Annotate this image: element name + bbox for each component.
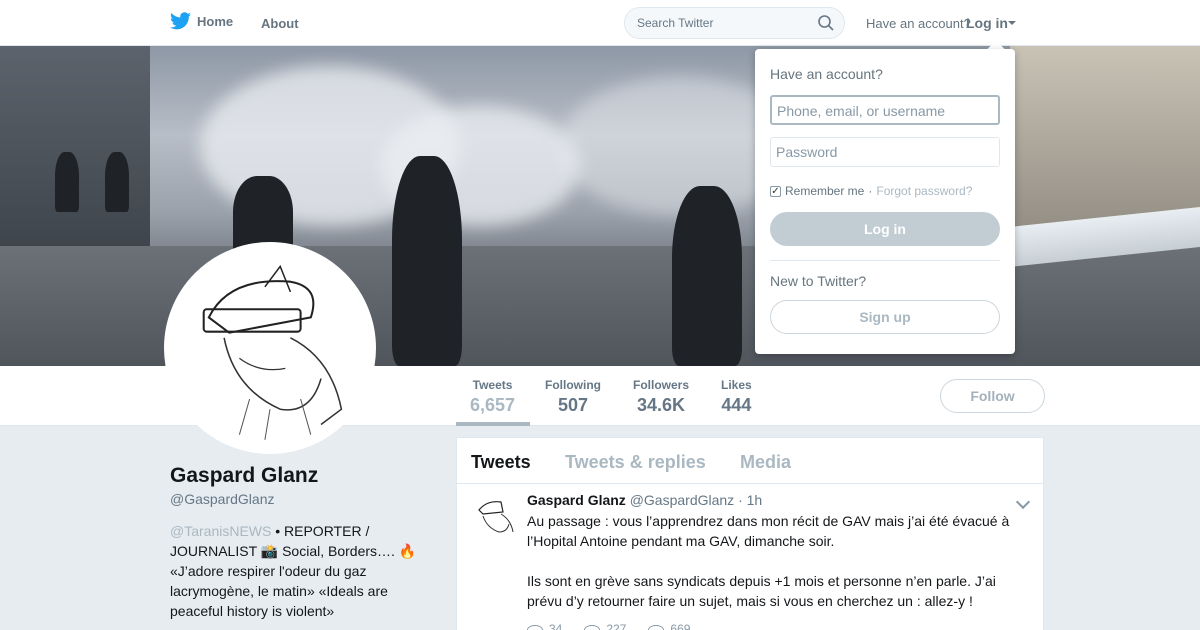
search-input[interactable]: Search Twitter bbox=[624, 7, 845, 39]
stat-value: 6,657 bbox=[470, 395, 516, 415]
banner-building-left bbox=[0, 46, 150, 246]
tweet-actions: 34 227 669 bbox=[527, 622, 690, 630]
tweet-author-name[interactable]: Gaspard Glanz bbox=[527, 492, 626, 508]
stat-tweets[interactable]: Tweets 6,657 bbox=[470, 378, 515, 416]
forgot-password-link[interactable]: Forgot password? bbox=[876, 184, 972, 198]
remember-me-label[interactable]: Remember me bbox=[785, 184, 864, 198]
username-placeholder: Phone, email, or username bbox=[777, 103, 946, 119]
active-tab-indicator bbox=[456, 422, 530, 426]
new-to-twitter-text: New to Twitter? bbox=[770, 273, 867, 289]
banner-person bbox=[392, 156, 462, 366]
retweet-button[interactable]: 227 bbox=[584, 622, 626, 630]
tweet-avatar-sketch bbox=[478, 501, 514, 533]
twitter-bird-icon bbox=[170, 12, 191, 30]
remember-me-checkbox[interactable]: ✓ bbox=[770, 185, 781, 197]
tab-media[interactable]: Media bbox=[740, 452, 791, 473]
tweet-time[interactable]: · 1h bbox=[738, 492, 762, 508]
login-link[interactable]: Log in bbox=[966, 15, 1008, 31]
tab-tweets-replies[interactable]: Tweets & replies bbox=[565, 452, 706, 473]
chevron-down-icon[interactable] bbox=[1015, 494, 1031, 510]
reply-button[interactable]: 34 bbox=[527, 622, 562, 630]
password-field[interactable]: Password bbox=[770, 137, 1000, 167]
stat-likes[interactable]: Likes 444 bbox=[721, 378, 752, 416]
stat-followers[interactable]: Followers 34.6K bbox=[633, 378, 689, 416]
timeline-tabs: Tweets Tweets & replies Media bbox=[457, 438, 1043, 484]
stat-value: 34.6K bbox=[636, 395, 686, 415]
banner-person bbox=[55, 152, 79, 212]
stat-label: Tweets bbox=[472, 378, 513, 392]
home-label: Home bbox=[197, 13, 234, 29]
tweet-avatar[interactable] bbox=[471, 494, 519, 542]
remember-me-row: ✓ Remember me · Forgot password? bbox=[770, 184, 972, 198]
like-count: 669 bbox=[670, 622, 691, 630]
home-link[interactable]: Home bbox=[170, 12, 233, 30]
stat-following[interactable]: Following 507 bbox=[545, 378, 601, 416]
timeline: Tweets Tweets & replies Media Gaspard Gl… bbox=[456, 437, 1044, 630]
tweet-header: Gaspard Glanz @GaspardGlanz · 1h bbox=[527, 492, 762, 508]
retweet-count: 227 bbox=[606, 622, 627, 630]
search-icon[interactable] bbox=[818, 15, 834, 31]
banner-person bbox=[672, 186, 742, 366]
reply-count: 34 bbox=[549, 622, 563, 630]
signup-button[interactable]: Sign up bbox=[770, 300, 1000, 334]
stat-label: Following bbox=[545, 378, 601, 392]
profile-avatar[interactable] bbox=[164, 242, 376, 454]
stat-label: Followers bbox=[633, 378, 690, 392]
search-placeholder: Search Twitter bbox=[637, 16, 714, 30]
login-dropdown: Have an account? Phone, email, or userna… bbox=[755, 49, 1015, 354]
top-nav: Home About Search Twitter Have an accoun… bbox=[0, 0, 1200, 46]
about-link[interactable]: About bbox=[261, 16, 299, 31]
bio-mention-link[interactable]: @TaranisNEWS bbox=[170, 523, 271, 539]
login-button[interactable]: Log in bbox=[770, 212, 1000, 246]
username-field[interactable]: Phone, email, or username bbox=[770, 95, 1000, 125]
follow-button[interactable]: Follow bbox=[940, 379, 1045, 413]
have-account-text: Have an account? bbox=[866, 16, 971, 31]
stat-value: 507 bbox=[557, 395, 589, 415]
dropdown-title: Have an account? bbox=[770, 66, 883, 82]
separator-dot: · bbox=[868, 184, 873, 198]
retweet-icon bbox=[584, 624, 601, 630]
stat-label: Likes bbox=[721, 378, 752, 392]
reply-icon bbox=[527, 624, 543, 630]
tweet-author-handle[interactable]: @GaspardGlanz bbox=[630, 492, 734, 508]
caret-down-icon[interactable] bbox=[1008, 21, 1016, 25]
like-button[interactable]: 669 bbox=[648, 622, 690, 630]
tweet-text: Au passage : vous l’apprendrez dans mon … bbox=[527, 513, 1010, 609]
heart-icon bbox=[648, 624, 665, 630]
divider bbox=[770, 260, 1000, 261]
profile-handle[interactable]: @GaspardGlanz bbox=[170, 491, 274, 507]
tab-tweets[interactable]: Tweets bbox=[471, 452, 531, 473]
profile-name[interactable]: Gaspard Glanz bbox=[170, 464, 318, 488]
avatar-sketch-image bbox=[202, 264, 343, 440]
profile-bio: @TaranisNEWS • REPORTER / JOURNALIST 📸 S… bbox=[170, 521, 435, 621]
password-placeholder: Password bbox=[776, 144, 838, 160]
stat-value: 444 bbox=[721, 395, 752, 415]
banner-person bbox=[105, 152, 129, 212]
